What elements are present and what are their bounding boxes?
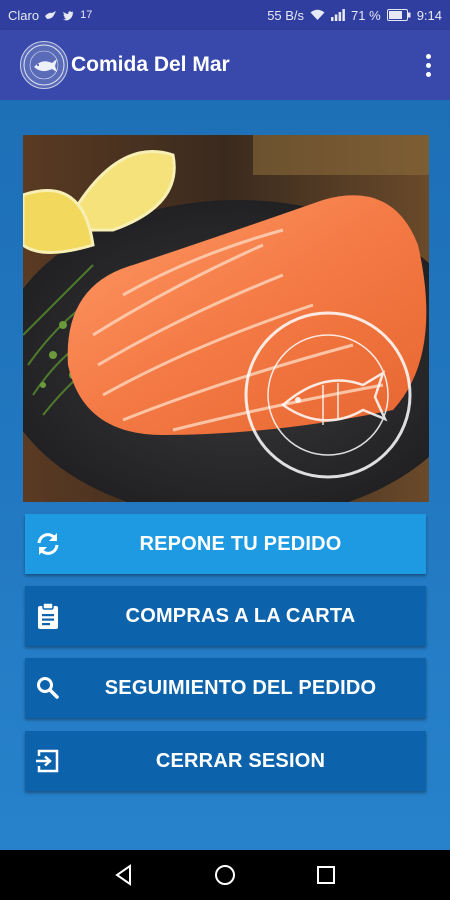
main-content: REPONE TU PEDIDO COMPRAS A LA CARTA SEGU… xyxy=(0,100,450,850)
bird-icon xyxy=(44,10,57,21)
back-triangle-icon xyxy=(115,864,131,886)
shop-button[interactable]: COMPRAS A LA CARTA xyxy=(25,586,426,646)
twitter-icon xyxy=(62,10,75,21)
wifi-icon xyxy=(310,9,325,21)
hero-image xyxy=(23,135,429,502)
battery-percent: 71 % xyxy=(351,7,381,23)
logout-button-label: CERRAR SESION xyxy=(155,749,326,772)
dot-icon xyxy=(425,71,431,77)
system-nav-bar xyxy=(0,850,450,900)
clipboard-icon xyxy=(33,601,63,631)
app-bar: Comida Del Mar xyxy=(0,30,450,100)
notification-count: 17 xyxy=(80,9,93,21)
status-bar: Claro 17 55 B/s 71 % 9:14 xyxy=(0,0,450,30)
battery-icon xyxy=(386,9,411,21)
recents-button[interactable] xyxy=(313,862,339,888)
network-speed: 55 B/s xyxy=(267,7,305,23)
search-icon xyxy=(33,673,63,703)
clock: 9:14 xyxy=(416,7,442,23)
app-logo xyxy=(20,41,68,89)
overflow-menu-button[interactable] xyxy=(416,45,440,85)
app-title: Comida Del Mar xyxy=(71,53,230,76)
logout-button[interactable]: CERRAR SESION xyxy=(25,731,426,791)
home-circle-icon xyxy=(215,865,235,885)
signal-icon xyxy=(331,9,345,21)
carrier-label: Claro xyxy=(8,7,40,23)
back-button[interactable] xyxy=(111,862,137,888)
shop-button-label: COMPRAS A LA CARTA xyxy=(125,604,356,627)
reorder-button[interactable]: REPONE TU PEDIDO xyxy=(25,514,426,574)
refresh-icon xyxy=(33,529,63,559)
dot-icon xyxy=(425,62,431,68)
exit-icon xyxy=(33,746,63,776)
recents-square-icon xyxy=(317,866,335,884)
tracking-button[interactable]: SEGUIMIENTO DEL PEDIDO xyxy=(25,658,426,718)
reorder-button-label: REPONE TU PEDIDO xyxy=(139,532,342,555)
dot-icon xyxy=(425,53,431,59)
home-button[interactable] xyxy=(212,862,238,888)
tracking-button-label: SEGUIMIENTO DEL PEDIDO xyxy=(104,676,377,699)
